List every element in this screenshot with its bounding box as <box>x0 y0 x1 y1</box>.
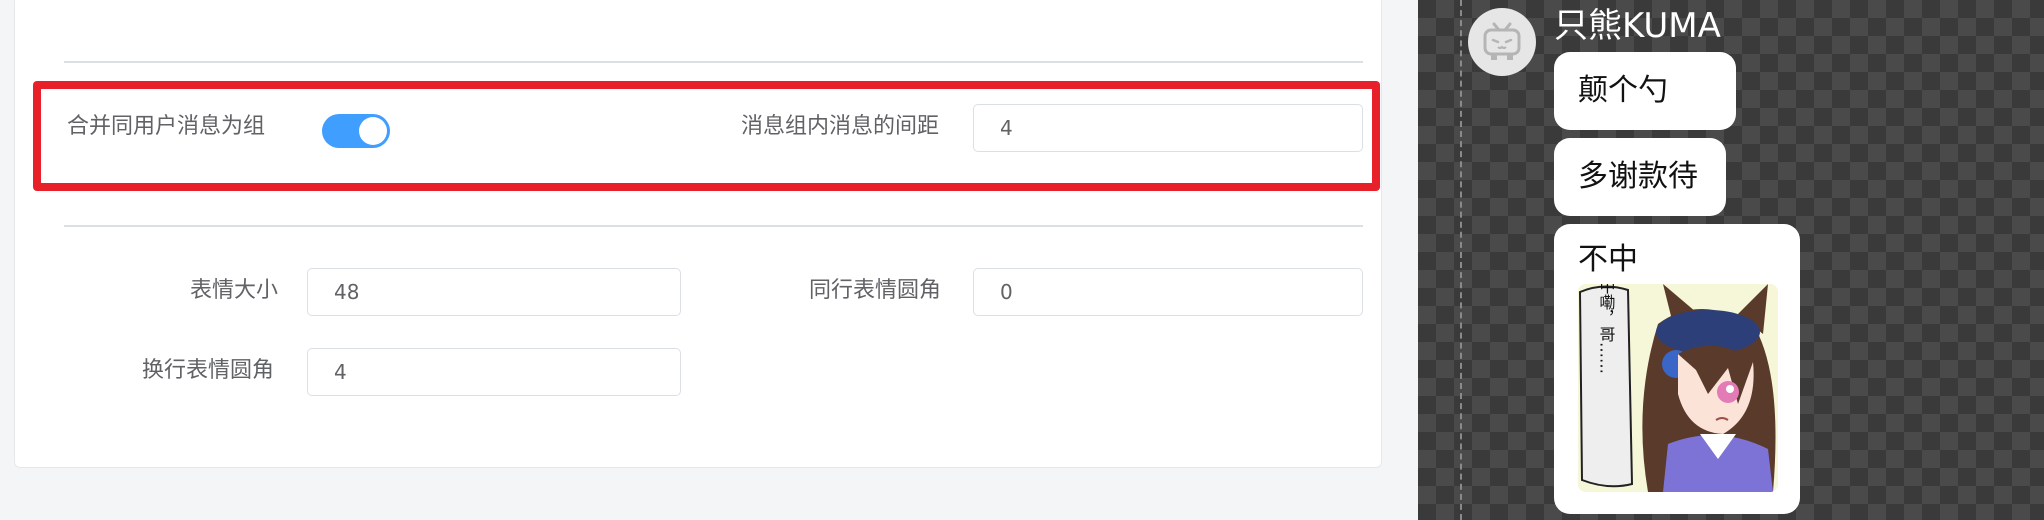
inline-emote-radius-input[interactable]: 0 <box>973 268 1363 316</box>
toggle-knob <box>359 117 387 145</box>
sticker-image: 不中嘞，哥…… <box>1578 284 1778 492</box>
tv-mascot-icon <box>1483 22 1521 60</box>
wrap-emote-radius-input[interactable]: 4 <box>307 348 681 396</box>
sticker-caption: 不中嘞，哥…… <box>1597 284 1616 374</box>
wrap-emote-radius-label: 换行表情圆角 <box>142 358 275 383</box>
message-bubble: 多谢款待 <box>1554 138 1726 216</box>
top-divider <box>64 61 1363 63</box>
middle-divider <box>64 225 1363 227</box>
emote-size-input[interactable]: 48 <box>307 268 681 316</box>
message-bubble: 颠个勺 <box>1554 52 1736 130</box>
guide-line <box>1460 0 1462 520</box>
emote-size-label: 表情大小 <box>190 278 279 303</box>
settings-panel: 合并同用户消息为组 消息组内消息的间距 4 表情大小 48 同行表情圆角 0 换… <box>14 0 1382 468</box>
message-bubble-with-sticker: 不中 不中嘞，哥…… <box>1554 224 1800 514</box>
avatar <box>1468 8 1536 76</box>
merge-group-toggle[interactable] <box>322 114 390 148</box>
group-spacing-input[interactable]: 4 <box>973 104 1363 152</box>
message-text: 不中 <box>1578 242 1638 277</box>
chat-preview: 只熊KUMA 颠个勺 多谢款待 不中 不中嘞，哥…… <box>1418 0 2044 520</box>
merge-group-label: 合并同用户消息为组 <box>67 114 266 139</box>
username: 只熊KUMA <box>1554 6 1721 46</box>
inline-emote-radius-label: 同行表情圆角 <box>809 278 942 303</box>
group-spacing-label: 消息组内消息的间距 <box>741 114 940 139</box>
